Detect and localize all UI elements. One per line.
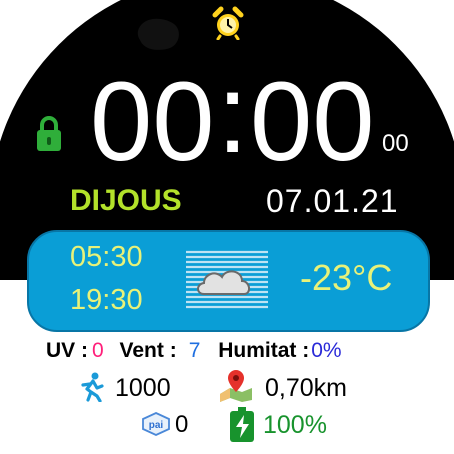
- distance: 0,70km: [265, 374, 347, 402]
- wind-value: 7: [188, 339, 201, 362]
- battery-level: 100%: [263, 411, 327, 439]
- stats-row: UV :0 Vent : 7 Humitat :0%: [46, 338, 342, 364]
- uv-label: UV :: [46, 339, 88, 362]
- wind-label: Vent :: [119, 339, 177, 362]
- time-display: 00 : 00: [84, 54, 384, 184]
- time-separator: :: [217, 51, 249, 176]
- hours: 00: [90, 59, 215, 184]
- minutes: 00: [250, 59, 375, 184]
- pai-icon[interactable]: pai: [141, 412, 171, 436]
- cloud-fog-icon: [186, 250, 268, 309]
- lock-icon[interactable]: [34, 115, 64, 153]
- map-pin-icon[interactable]: [218, 368, 254, 402]
- seconds: 00: [382, 130, 409, 157]
- humidity-label: Humitat :: [218, 339, 310, 362]
- sunrise-time: 05:30: [70, 241, 143, 273]
- alarm-clock-icon[interactable]: [211, 6, 245, 40]
- temperature: -23°C: [300, 257, 393, 298]
- shadow-blob: [137, 18, 179, 50]
- humidity-value: 0%: [311, 339, 342, 362]
- uv-value: 0: [92, 339, 104, 362]
- battery-charging-icon[interactable]: [228, 406, 256, 444]
- watch-face: 00 : 00 00 DIJOUS 07.01.21 05:30 19:30 -…: [0, 0, 454, 454]
- running-icon[interactable]: [78, 372, 104, 402]
- pai-value: 0: [175, 411, 189, 438]
- svg-text:pai: pai: [149, 420, 164, 431]
- date: 07.01.21: [266, 183, 399, 219]
- steps-count: 1000: [115, 374, 171, 402]
- day-of-week: DIJOUS: [70, 184, 182, 217]
- sunset-time: 19:30: [70, 284, 143, 316]
